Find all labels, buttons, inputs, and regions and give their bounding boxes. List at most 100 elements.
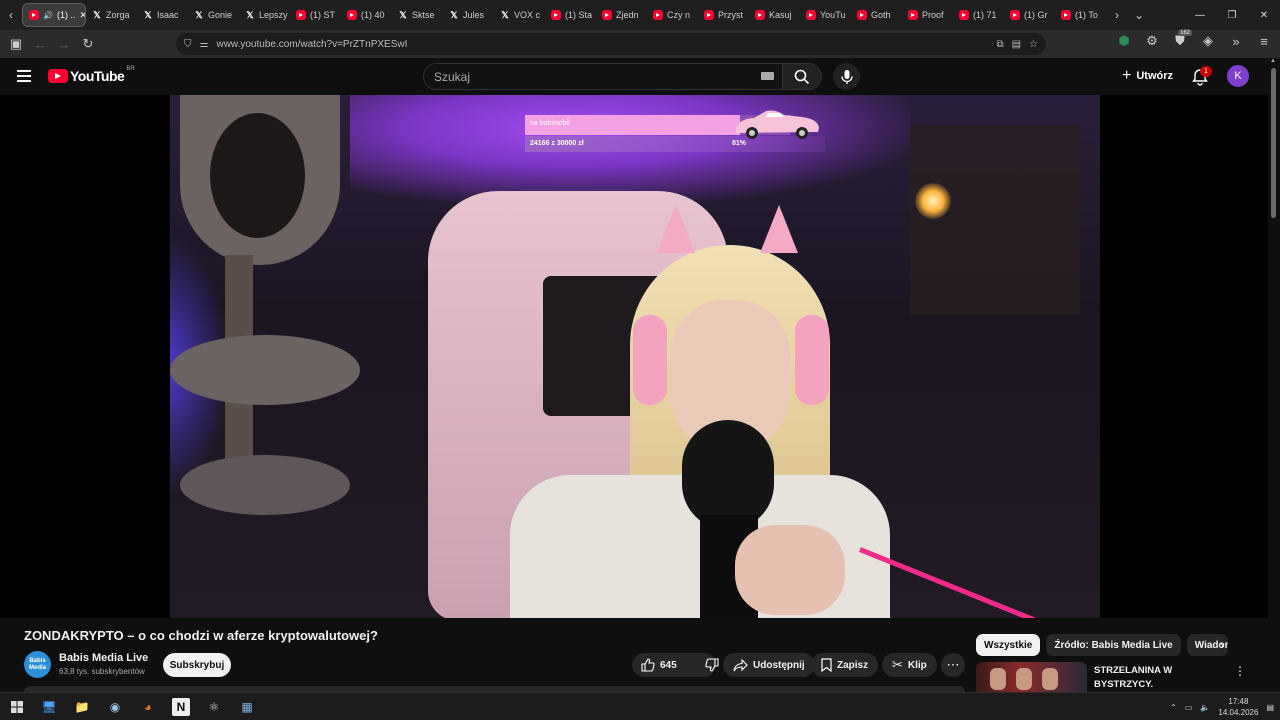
tab-label: (1) To [1075, 10, 1098, 20]
extensions-icon[interactable]: ⚙ [1140, 33, 1164, 49]
recommendation-menu-icon[interactable]: ⋮ [1234, 664, 1246, 678]
forward-icon[interactable]: → [52, 37, 76, 52]
steam-icon[interactable]: ◉ [106, 698, 124, 716]
browser-tab[interactable]: Czy n [647, 3, 698, 27]
youtube-favicon-icon [347, 10, 357, 20]
scrollbar-thumb[interactable] [1271, 68, 1276, 218]
site-settings-icon[interactable]: ⚌ [200, 39, 209, 50]
browser-tab[interactable]: 𝕏 Jules [443, 3, 494, 27]
sidebar-toggle-icon[interactable]: ▣ [4, 36, 28, 52]
tab-label: (1) ST [310, 10, 336, 20]
share-button[interactable]: Udostępnij [723, 653, 815, 677]
browser-tab-bar: ‹ 🔊(1) ..✕𝕏Zorga𝕏Isaac𝕏Gonie𝕏Lepszy(1) S… [0, 0, 1280, 30]
calculator-icon[interactable]: ▦ [238, 698, 256, 716]
recommendation-thumbnail[interactable] [976, 662, 1087, 692]
shield-icon[interactable]: ⛉ [184, 39, 192, 50]
windows-start-icon[interactable] [8, 698, 26, 716]
like-button[interactable]: 645 [632, 653, 686, 677]
cat-ear-right [760, 205, 798, 253]
country-code: BR [126, 66, 135, 72]
account-avatar[interactable]: K [1227, 65, 1249, 87]
ublock-icon[interactable]: ⛊ 162 [1168, 30, 1192, 49]
x-favicon-icon: 𝕏 [399, 9, 407, 20]
reload-icon[interactable]: ↻ [76, 36, 100, 52]
youtube-favicon-icon [1010, 10, 1020, 20]
browser-tab[interactable]: 𝕏 Zorga [86, 3, 137, 27]
picture-in-picture-icon[interactable]: ⧉ [996, 39, 1003, 50]
volume-icon[interactable]: 🔈 [1200, 703, 1210, 712]
video-frame[interactable]: na babimobil 24166 z 30000 zł 81% [170, 95, 1100, 618]
tab-audio-icon[interactable]: 🔊 [43, 11, 53, 20]
app-icon[interactable]: ⚛ [205, 698, 223, 716]
address-bar[interactable]: ⛉ ⚌ www.youtube.com/watch?v=PrZTnPXESwI … [176, 33, 1046, 55]
notifications-center-icon[interactable]: ▤ [1266, 703, 1274, 712]
browser-tab[interactable]: Kasuj [749, 3, 800, 27]
channel-avatar[interactable]: Babis Media [24, 651, 51, 678]
close-window-icon[interactable]: ✕ [1248, 10, 1280, 21]
video-player[interactable]: na babimobil 24166 z 30000 zł 81% [0, 95, 1268, 618]
chip-source[interactable]: Źródło: Babis Media Live [1046, 634, 1181, 656]
more-actions-button[interactable]: ⋯ [941, 653, 965, 677]
vpn-extension-icon[interactable]: ⬢ [1112, 33, 1136, 49]
file-explorer-icon[interactable]: 📁 [73, 698, 91, 716]
browser-tab[interactable]: Zjedn [596, 3, 647, 27]
reader-view-icon[interactable]: ▤ [1012, 39, 1021, 50]
clock[interactable]: 17:48 14.04.2026 [1218, 696, 1258, 718]
firefox-icon[interactable]: ◕ [139, 698, 157, 716]
browser-tab[interactable]: 🔊(1) ..✕ [22, 3, 86, 27]
browser-tab[interactable]: Przyst [698, 3, 749, 27]
browser-tab[interactable]: (1) 71 [953, 3, 1004, 27]
subscribe-button[interactable]: Subskrybuj [163, 653, 231, 677]
youtube-favicon-icon [551, 10, 561, 20]
page-scrollbar[interactable]: ▲ [1268, 58, 1280, 690]
browser-tab[interactable]: (1) ST [290, 3, 341, 27]
browser-tab[interactable]: 𝕏 Lepszy [239, 3, 290, 27]
minimize-icon[interactable]: — [1184, 10, 1216, 21]
tab-scroll-left-icon[interactable]: ‹ [0, 8, 22, 22]
browser-tab[interactable]: 𝕏 Gonie [188, 3, 239, 27]
back-icon[interactable]: ← [28, 37, 52, 52]
network-icon[interactable]: ▭ [1185, 703, 1193, 712]
browser-tab[interactable]: (1) Sta [545, 3, 596, 27]
browser-tab[interactable]: 𝕏 Isaac [137, 3, 188, 27]
guide-menu-icon[interactable] [17, 70, 31, 82]
keyboard-icon[interactable] [761, 72, 774, 80]
notion-icon[interactable]: N [172, 698, 190, 716]
x-favicon-icon: 𝕏 [144, 9, 152, 20]
youtube-favicon-icon [296, 10, 306, 20]
browser-tab[interactable]: 𝕏 VOX c [494, 3, 545, 27]
chips-next-chevron-icon[interactable]: › [1220, 638, 1224, 652]
tab-list-chevron-icon[interactable]: ⌄ [1128, 8, 1150, 22]
search-button[interactable] [782, 63, 822, 90]
restore-icon[interactable]: ❐ [1216, 10, 1248, 21]
save-button[interactable]: Zapisz [811, 653, 879, 677]
chip-all[interactable]: Wszystkie [976, 634, 1041, 656]
window-controls: — ❐ ✕ [1184, 10, 1280, 21]
browser-tab[interactable]: (1) To [1055, 3, 1106, 27]
browser-tab[interactable]: 𝕏 Sktse [392, 3, 443, 27]
overflow-chevrons-icon[interactable]: » [1224, 33, 1248, 49]
browser-toolbar: ▣ ← → ↻ ⛉ ⚌ www.youtube.com/watch?v=PrZT… [0, 30, 1280, 58]
voice-search-button[interactable] [833, 63, 860, 90]
bookmark-star-icon[interactable]: ☆ [1029, 39, 1038, 50]
browser-tab[interactable]: Proof [902, 3, 953, 27]
computer-icon[interactable]: 🖥 [40, 698, 58, 716]
lamp-glow [915, 183, 951, 219]
browser-tab[interactable]: Goth [851, 3, 902, 27]
youtube-favicon-icon [755, 10, 765, 20]
youtube-logo[interactable]: YouTube BR [48, 66, 135, 84]
tab-label: (1) .. [56, 10, 76, 20]
browser-tab[interactable]: YouTu [800, 3, 851, 27]
create-button[interactable]: + Utwórz [1118, 64, 1177, 88]
browser-tab[interactable]: (1) 40 [341, 3, 392, 27]
scroll-up-icon[interactable]: ▲ [1270, 58, 1276, 64]
channel-name[interactable]: Babis Media Live [59, 652, 148, 664]
like-count: 645 [660, 659, 677, 671]
browser-tab[interactable]: (1) Gr [1004, 3, 1055, 27]
tray-chevron-icon[interactable]: ⌃ [1170, 703, 1177, 712]
app-menu-icon[interactable]: ≡ [1252, 33, 1276, 49]
privacy-badger-icon[interactable]: ◈ [1196, 33, 1220, 49]
search-input[interactable]: Szukaj [423, 63, 783, 90]
tab-scroll-right-icon[interactable]: › [1106, 8, 1128, 22]
clip-button[interactable]: ✂ Klip [882, 653, 937, 677]
